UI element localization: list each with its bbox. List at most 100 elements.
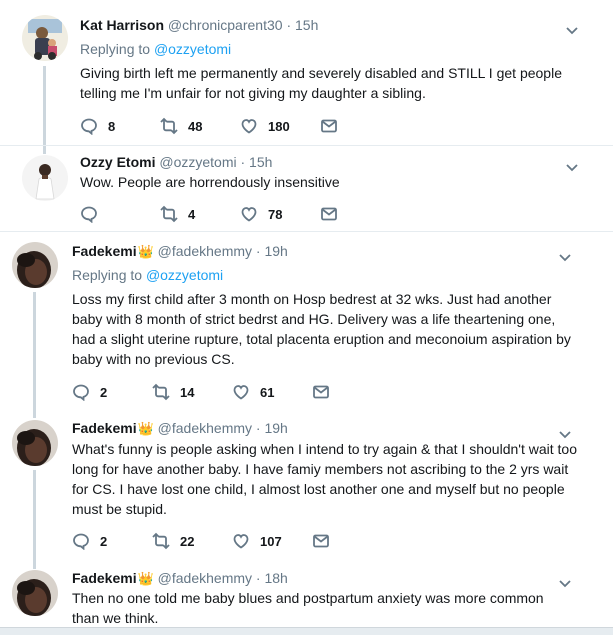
replying-label: Replying to [72,267,143,283]
retweet-button[interactable]: 22 [152,531,194,551]
like-count: 107 [260,533,282,549]
reply-button[interactable]: 2 [72,382,107,402]
display-name[interactable]: Fadekemi [72,420,137,436]
tweet-actions: 4 78 [80,204,500,224]
tweet-header: Fadekemi👑 @fadekhemmy · 19h [72,419,288,438]
thread-line [33,410,36,418]
mention-link[interactable]: @ozzyetomi [154,41,231,57]
replying-to: Replying to @ozzyetomi [80,40,231,58]
timestamp[interactable]: 19h [264,243,287,259]
tweet-header: Kat Harrison @chronicparent30 · 15h [80,16,318,34]
tweet-4[interactable]: Fadekemi👑 @fadekhemmy · 19h What's funny… [0,410,613,565]
envelope-icon [321,207,337,221]
retweet-count: 48 [188,118,203,134]
message-button[interactable] [312,531,330,551]
heart-icon [233,534,249,549]
like-count: 180 [268,118,290,134]
envelope-icon [321,119,337,133]
thread-line [33,565,36,569]
envelope-icon [313,385,329,399]
like-count: 78 [268,206,283,222]
avatar[interactable] [12,420,58,466]
reply-icon [73,384,89,401]
chevron-down-icon[interactable] [559,575,571,588]
timestamp[interactable]: 15h [295,17,318,33]
separator: · [286,17,292,33]
thread-line [43,66,46,146]
avatar[interactable] [12,570,58,616]
reply-button[interactable]: 2 [72,531,107,551]
replying-label: Replying to [80,41,151,57]
timestamp[interactable]: 15h [249,154,272,170]
retweet-button[interactable]: 4 [160,204,195,224]
avatar[interactable] [22,155,68,201]
display-name[interactable]: Fadekemi [72,570,137,586]
message-button[interactable] [320,204,338,224]
tweet-text: Giving birth left me permanently and sev… [80,65,562,101]
like-button[interactable]: 78 [240,204,282,224]
scrollbar-track[interactable] [0,627,613,635]
heart-icon [241,207,257,222]
heart-icon [233,385,249,400]
like-button[interactable]: 180 [240,116,290,136]
user-handle[interactable]: @fadekhemmy [158,570,252,586]
mention-link[interactable]: @ozzyetomi [146,267,223,283]
reply-button[interactable]: 8 [80,116,115,136]
like-count: 61 [260,384,275,400]
chevron-down-icon[interactable] [566,159,578,172]
tweet-text: Loss my first child after 3 month on Hos… [72,291,571,367]
display-name[interactable]: Ozzy Etomi [80,154,155,170]
chevron-down-icon[interactable] [559,249,571,262]
tweet-1[interactable]: Kat Harrison @chronicparent30 · 15h Repl… [0,0,613,146]
user-handle[interactable]: @ozzyetomi [159,154,236,170]
retweet-icon [152,532,170,550]
message-button[interactable] [320,116,338,136]
reply-icon [81,206,97,223]
user-handle[interactable]: @fadekhemmy [158,420,252,436]
message-button[interactable] [312,382,330,402]
envelope-icon [313,534,329,548]
tweet-text: What's funny is people asking when I int… [72,441,577,517]
reply-count: 8 [108,118,116,134]
like-button[interactable]: 107 [232,531,282,551]
retweet-icon [152,383,170,401]
chevron-down-icon[interactable] [559,426,571,439]
tweet-3[interactable]: Fadekemi👑 @fadekhemmy · 19h Replying to … [0,232,613,410]
retweet-button[interactable]: 14 [152,382,194,402]
reply-count: 2 [100,384,108,400]
tweet-5[interactable]: Fadekemi👑 @fadekhemmy · 18h Then no one … [0,565,613,627]
user-handle[interactable]: @chronicparent30 [168,17,283,33]
heart-icon [241,119,257,134]
avatar[interactable] [22,15,68,61]
reply-count: 2 [100,533,108,549]
separator: · [240,154,246,170]
tweet-actions: 2 14 61 [72,382,492,402]
like-button[interactable]: 61 [232,382,274,402]
thread-line [33,470,36,565]
separator: · [255,243,261,259]
tweet-2[interactable]: Ozzy Etomi @ozzyetomi · 15h Wow. People … [0,146,613,230]
replying-to: Replying to @ozzyetomi [72,266,223,284]
retweet-count: 14 [180,384,195,400]
reply-icon [73,533,89,550]
avatar[interactable] [12,242,58,288]
user-handle[interactable]: @fadekhemmy [158,243,252,259]
chevron-down-icon[interactable] [566,22,578,35]
crown-icon: 👑 [137,571,154,586]
separator: · [255,570,261,586]
thread-line [33,292,36,410]
retweet-icon [160,205,178,223]
crown-icon: 👑 [137,244,154,259]
retweet-button[interactable]: 48 [160,116,202,136]
tweet-header: Ozzy Etomi @ozzyetomi · 15h [80,153,272,171]
tweet-text: Then no one told me baby blues and postp… [72,590,544,626]
timestamp[interactable]: 18h [264,570,287,586]
tweet-header: Fadekemi👑 @fadekhemmy · 18h [72,569,288,588]
separator: · [255,420,261,436]
timestamp[interactable]: 19h [264,420,287,436]
display-name[interactable]: Kat Harrison [80,17,164,33]
retweet-icon [160,117,178,135]
display-name[interactable]: Fadekemi [72,243,137,259]
reply-button[interactable] [80,204,108,224]
tweet-header: Fadekemi👑 @fadekhemmy · 19h [72,242,288,261]
